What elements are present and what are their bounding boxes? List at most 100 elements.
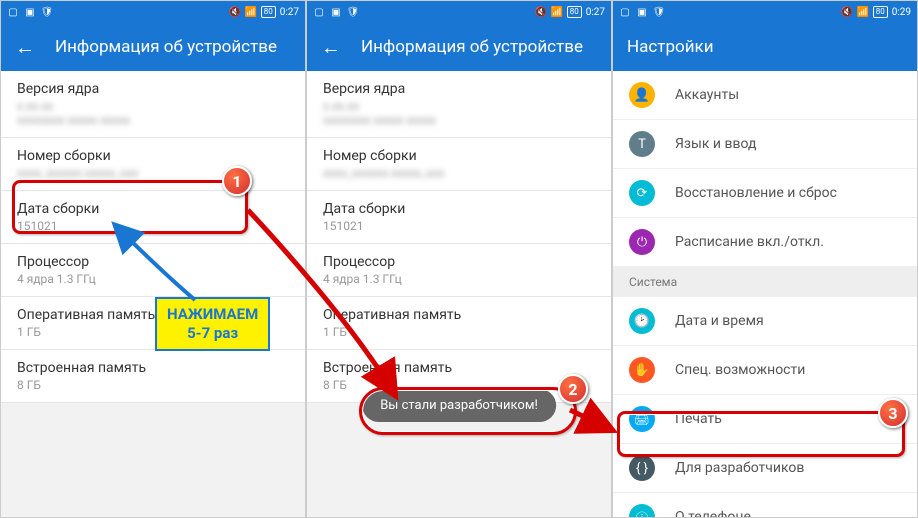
page-title: Информация об устройстве [55, 37, 277, 57]
backup-icon: ⟳ [629, 180, 655, 206]
status-bar: ▢ ▣ 🛡 🔇 📶 80 0:27 [307, 1, 611, 23]
label: Встроенная память [17, 360, 289, 376]
shield-icon: 🛡 [347, 6, 359, 18]
row-cpu[interactable]: Процессор 4 ядра 1.3 ГГц [1, 244, 305, 297]
screenshot-icon: ▢ [313, 6, 325, 18]
toast-developer-enabled: Вы стали разработчиком! [362, 389, 556, 422]
content-area: Версия ядра x.xx.xxxxxxxxxx xxxxx xxxxx … [1, 71, 305, 517]
label: Оперативная память [323, 307, 595, 323]
label: Версия ядра [323, 81, 595, 97]
page-title: Настройки [627, 37, 714, 57]
row-cpu[interactable]: Процессор 4 ядра 1.3 ГГц [307, 244, 611, 297]
label: Оперативная память [17, 307, 289, 323]
clock: 0:27 [280, 7, 299, 18]
clock: 0:29 [892, 7, 911, 18]
label: Номер сборки [323, 148, 595, 164]
row-schedule-power[interactable]: ⏻ Расписание вкл./откл. [613, 218, 917, 267]
label: Дата и время [675, 313, 764, 329]
status-bar: ▢ ▣ 🛡 🔇 📶 80 0:29 [613, 1, 917, 23]
label: Для разработчиков [675, 460, 804, 476]
battery-indicator: 80 [873, 6, 888, 18]
mute-icon: 🔇 [535, 6, 547, 18]
row-build-date[interactable]: Дата сборки 151021 [307, 191, 611, 244]
value: 8 ГБ [17, 378, 289, 392]
content-area: Версия ядра x.xx.xxxxxxxxxx xxxxx xxxxx … [307, 71, 611, 517]
row-date-time[interactable]: 🕑 Дата и время [613, 297, 917, 346]
row-ram[interactable]: Оперативная память 1 ГБ [307, 297, 611, 350]
signal-icon: 📶 [245, 6, 257, 18]
app-bar: Настройки [613, 23, 917, 71]
phone-panel-1: ▢ ▣ 🛡 🔇 📶 80 0:27 ← Информация об устрой… [0, 0, 306, 518]
schedule-icon: ⏻ [629, 229, 655, 255]
clock-icon: 🕑 [629, 308, 655, 334]
value: 1 ГБ [323, 325, 595, 339]
app-bar: ← Информация об устройстве [1, 23, 305, 71]
row-about-phone[interactable]: ⓘ О телефоне [613, 493, 917, 517]
row-accounts[interactable]: 👤 Аккаунты [613, 71, 917, 120]
clock: 0:27 [586, 7, 605, 18]
row-accessibility[interactable]: ✋ Спец. возможности [613, 346, 917, 395]
gallery-icon: ▣ [636, 6, 648, 18]
row-language-input[interactable]: T Язык и ввод [613, 120, 917, 169]
value: xxxx_xxxxxx.xxxxx_xxx [323, 166, 595, 180]
value: 151021 [323, 219, 595, 233]
label: О телефоне [675, 509, 751, 517]
signal-icon: 📶 [551, 6, 563, 18]
shield-icon: 🛡 [41, 6, 53, 18]
mute-icon: 🔇 [841, 6, 853, 18]
language-icon: T [629, 131, 655, 157]
label: Встроенная память [323, 360, 595, 376]
label: Процессор [17, 254, 289, 270]
row-ram[interactable]: Оперативная память 1 ГБ [1, 297, 305, 350]
value: x.xx.xxxxxxxxxx xxxxx xxxxx [323, 99, 595, 127]
content-area: 👤 Аккаунты T Язык и ввод ⟳ Восстановлени… [613, 71, 917, 517]
screenshot-icon: ▢ [619, 6, 631, 18]
status-bar: ▢ ▣ 🛡 🔇 📶 80 0:27 [1, 1, 305, 23]
value: 4 ядра 1.3 ГГц [323, 272, 595, 286]
label: Восстановление и сброс [675, 185, 837, 201]
back-arrow-icon[interactable]: ← [15, 35, 35, 60]
row-build-date[interactable]: Дата сборки 151021 [1, 191, 305, 244]
back-arrow-icon[interactable]: ← [321, 35, 341, 60]
row-build-number[interactable]: Номер сборки xxxx_xxxxxx.xxxxx_xxx [1, 138, 305, 191]
label: Спец. возможности [675, 362, 805, 378]
label: Номер сборки [17, 148, 289, 164]
label: Версия ядра [17, 81, 289, 97]
row-kernel-version[interactable]: Версия ядра x.xx.xxxxxxxxxx xxxxx xxxxx [307, 71, 611, 138]
row-kernel-version[interactable]: Версия ядра x.xx.xxxxxxxxxx xxxxx xxxxx [1, 71, 305, 138]
row-build-number[interactable]: Номер сборки xxxx_xxxxxx.xxxxx_xxx [307, 138, 611, 191]
mute-icon: 🔇 [229, 6, 241, 18]
label: Процессор [323, 254, 595, 270]
value: xxxx_xxxxxx.xxxxx_xxx [17, 166, 289, 180]
row-printing[interactable]: 🖨 Печать [613, 395, 917, 444]
gallery-icon: ▣ [330, 6, 342, 18]
value: 4 ядра 1.3 ГГц [17, 272, 289, 286]
value: 1 ГБ [17, 325, 289, 339]
value: x.xx.xxxxxxxxxx xxxxx xxxxx [17, 99, 289, 127]
accounts-icon: 👤 [629, 82, 655, 108]
app-bar: ← Информация об устройстве [307, 23, 611, 71]
row-backup-reset[interactable]: ⟳ Восстановление и сброс [613, 169, 917, 218]
battery-indicator: 80 [261, 6, 276, 18]
shield-icon: 🛡 [653, 6, 665, 18]
printer-icon: 🖨 [629, 406, 655, 432]
label: Расписание вкл./откл. [675, 234, 824, 250]
signal-icon: 📶 [857, 6, 869, 18]
battery-indicator: 80 [567, 6, 582, 18]
label: Дата сборки [17, 201, 289, 217]
phone-panel-3: ▢ ▣ 🛡 🔇 📶 80 0:29 Настройки 👤 Аккаунты T… [612, 0, 918, 518]
section-system: Система [613, 267, 917, 297]
label: Дата сборки [323, 201, 595, 217]
developer-icon: { } [629, 455, 655, 481]
gallery-icon: ▣ [24, 6, 36, 18]
hand-icon: ✋ [629, 357, 655, 383]
phone-panel-2: ▢ ▣ 🛡 🔇 📶 80 0:27 ← Информация об устрой… [306, 0, 612, 518]
row-developer-options[interactable]: { } Для разработчиков [613, 444, 917, 493]
screenshot-icon: ▢ [7, 6, 19, 18]
page-title: Информация об устройстве [361, 37, 583, 57]
value: 151021 [17, 219, 289, 233]
info-icon: ⓘ [629, 504, 655, 517]
label: Печать [675, 411, 722, 427]
row-storage[interactable]: Встроенная память 8 ГБ [1, 350, 305, 403]
label: Язык и ввод [675, 136, 756, 152]
